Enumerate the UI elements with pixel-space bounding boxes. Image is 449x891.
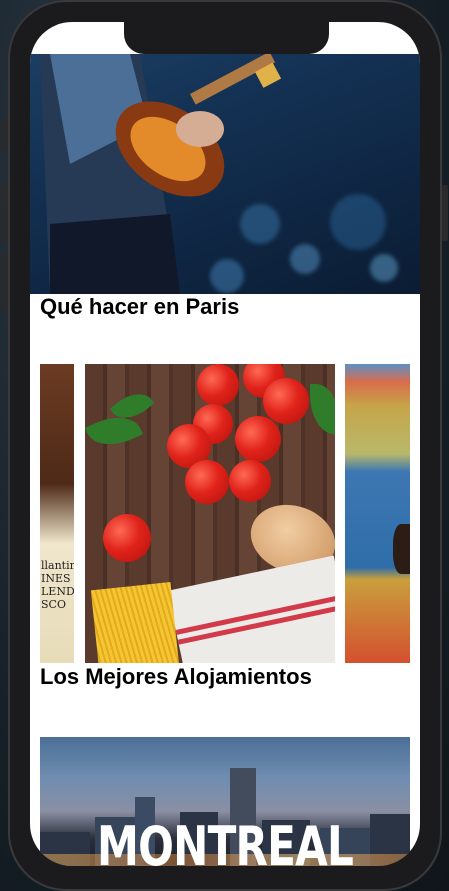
spaghetti-image [90, 582, 180, 663]
activity-card-food[interactable] [85, 364, 335, 663]
hotel-card-montreal[interactable]: MONTREAL [40, 737, 410, 866]
activity-card-landscape[interactable] [345, 364, 410, 663]
animal-silhouette-image [393, 524, 410, 574]
section-title-things-to-do: Qué hacer en Paris [40, 294, 240, 319]
section-title-best-stays: Los Mejores Alojamientos [40, 664, 312, 689]
kitchen-cloth-image [167, 555, 335, 663]
wifi-icon [354, 38, 370, 56]
tomato-image [185, 460, 229, 504]
tomato-image [197, 364, 239, 406]
tomato-image [229, 460, 271, 502]
battery-icon [376, 38, 402, 56]
activity-card-whisky[interactable]: llantine INES LENDED SCO [40, 364, 74, 663]
activities-carousel[interactable]: llantine INES LENDED SCO [30, 364, 420, 663]
hero-image-guitarist [30, 54, 420, 294]
volume-up-button [2, 182, 8, 242]
hotel-city-label: MONTREAL [96, 815, 354, 866]
whisky-label-text: llantine INES LENDED SCO [41, 559, 74, 611]
volume-down-button [2, 252, 8, 312]
tomato-image [263, 378, 309, 424]
tomato-image [235, 416, 281, 462]
basil-leaf-image [310, 384, 335, 434]
app-screen: Qué hacer en Paris llantine INES LENDED … [30, 22, 420, 866]
tomato-image [103, 514, 151, 562]
status-bar [30, 22, 420, 56]
mute-switch [2, 118, 8, 152]
power-button [442, 185, 448, 241]
